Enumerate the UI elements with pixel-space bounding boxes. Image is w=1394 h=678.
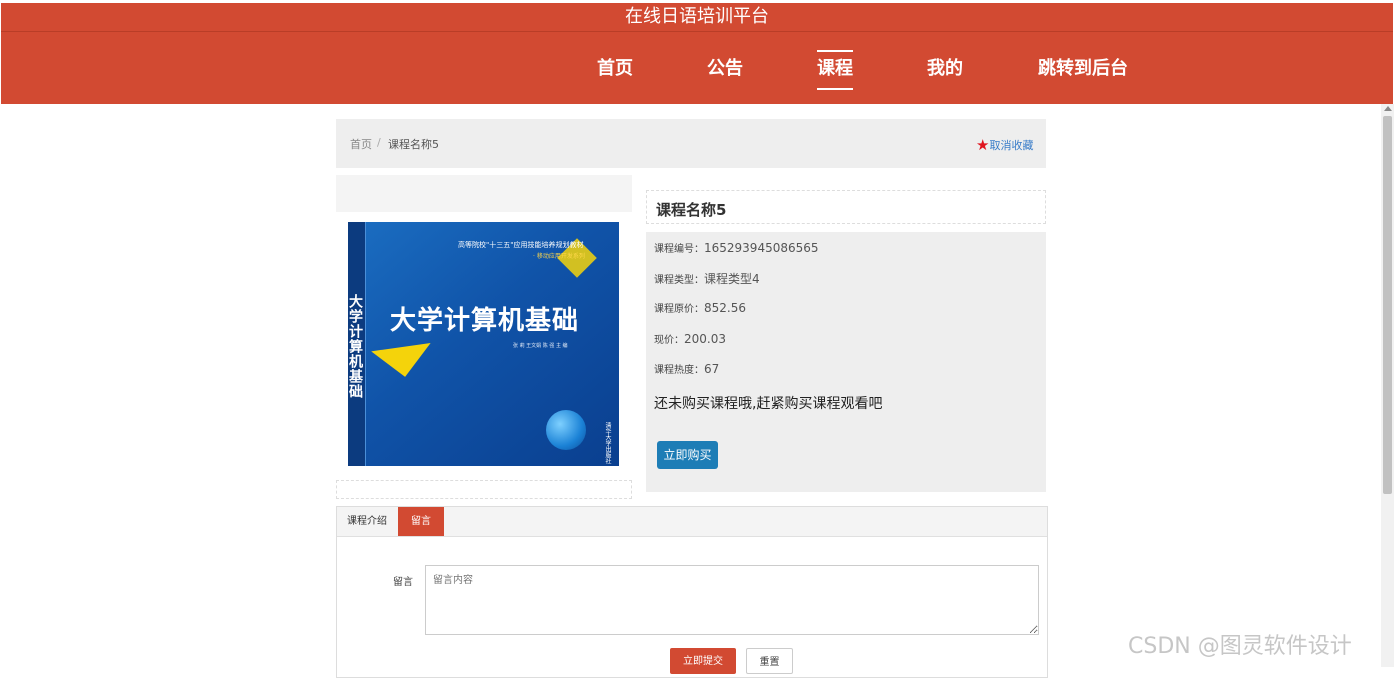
buy-now-button[interactable]: 立即购买 [657,441,718,469]
scroll-up-icon[interactable] [1384,106,1392,111]
book-title: 大学计算机基础 [390,306,580,336]
nav-announcements[interactable]: 公告 [707,50,743,86]
course-type-row: 课程类型：课程类型4 [654,270,760,287]
current-price-row: 现价：200.03 [654,331,726,346]
comment-input[interactable] [425,565,1039,635]
nav-courses[interactable]: 课程 [817,50,853,90]
nav-admin[interactable]: 跳转到后台 [1038,50,1128,86]
breadcrumb-separator: / [377,136,381,149]
course-popularity-value: 67 [704,362,720,376]
purchase-notice: 还未购买课程哦,赶紧购买课程观看吧 [654,396,883,412]
tab-course-intro[interactable]: 课程介绍 [337,507,397,536]
scrollbar-thumb[interactable] [1383,116,1392,494]
reset-button[interactable]: 重置 [746,648,793,674]
course-popularity-row: 课程热度：67 [654,361,719,376]
course-type-label: 课程类型： [654,275,704,286]
course-code-value: 165293945086565 [704,241,819,255]
breadcrumb-current: 课程名称5 [388,138,439,151]
course-cover-image: 大学计算机基础 高等院校"十三五"应用技能培养规划教材 · 移动应用开发系列 大… [348,222,619,466]
submit-button[interactable]: 立即提交 [670,648,736,674]
image-footer-area [336,480,632,499]
breadcrumb-home[interactable]: 首页 [350,136,372,152]
course-popularity-label: 课程热度： [654,365,704,376]
main-nav: 首页 公告 课程 我的 跳转到后台 [1,32,1393,104]
watermark: CSDN @图灵软件设计 [1128,634,1352,659]
original-price-label: 课程原价： [654,304,704,315]
site-title: 在线日语培训平台 [1,3,1393,32]
tabs-panel: 课程介绍 留言 留言 立即提交 重置 [336,506,1048,678]
scrollbar[interactable] [1381,104,1394,667]
original-price-value: 852.56 [704,301,746,315]
current-price-value: 200.03 [684,332,726,346]
book-series-text: 高等院校"十三五"应用技能培养规划教材 [458,241,584,249]
book-series-subtext: · 移动应用开发系列 [533,253,585,260]
book-spine-title: 大学计算机基础 [348,294,363,399]
tabs-bar: 课程介绍 留言 [337,507,1047,537]
course-code-label: 课程编号： [654,244,704,255]
star-icon: ★ [976,136,990,154]
nav-mine[interactable]: 我的 [927,50,963,86]
current-price-label: 现价： [654,335,684,346]
course-type-value: 课程类型4 [704,272,760,286]
course-title-box: 课程名称5 [646,190,1046,224]
yellow-chevron-shape [371,342,435,382]
original-price-row: 课程原价：852.56 [654,300,746,315]
book-authors: 张 莉 王文娟 陈 强 主 编 [513,343,568,349]
nav-home[interactable]: 首页 [597,50,633,86]
image-header-area [336,175,632,212]
globe-icon [546,410,586,450]
course-info-panel: 课程编号：165293945086565 课程类型：课程类型4 课程原价：852… [646,232,1046,492]
comment-label: 留言 [393,577,413,588]
unfavorite-button[interactable]: ★取消收藏 [976,135,1034,154]
book-publisher: 清华大学出版社 [604,422,611,464]
course-title: 课程名称5 [656,201,727,219]
tab-comments[interactable]: 留言 [398,507,444,536]
breadcrumb: 首页 / 课程名称5 ★取消收藏 [336,119,1046,168]
unfavorite-label: 取消收藏 [989,139,1034,152]
course-code-row: 课程编号：165293945086565 [654,240,819,255]
